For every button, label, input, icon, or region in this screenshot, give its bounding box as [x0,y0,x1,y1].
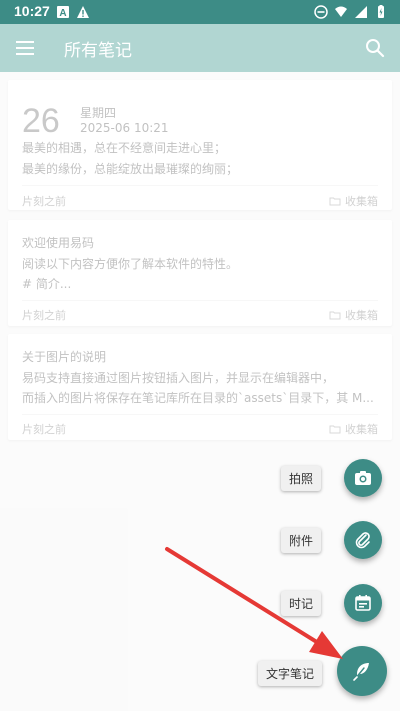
card-divider [22,185,378,186]
note-folder-label: 收集箱 [345,309,378,322]
photo-button[interactable] [344,459,382,497]
app-bar: 所有笔记 [0,24,400,72]
note-time-ago: 片刻之前 [22,309,66,322]
folder-icon [329,311,341,320]
attachment-label[interactable]: 附件 [281,528,322,553]
search-icon[interactable] [364,37,386,59]
signal-icon [355,6,367,18]
dnd-icon [314,5,328,19]
note-folder: 收集箱 [329,307,378,323]
calendar-icon [355,595,371,611]
note-title: 欢迎使用易码 [22,236,95,250]
feather-icon [353,663,369,681]
notification-a-icon: A [57,6,69,19]
note-title: 关于图片的说明 [22,350,107,364]
photo-label[interactable]: 拍照 [281,466,322,491]
note-folder: 收集箱 [329,421,378,437]
note-folder-label: 收集箱 [345,195,378,208]
time-note-button[interactable] [344,584,382,622]
note-card[interactable]: 欢迎使用易码 阅读以下内容方便你了解本软件的特性。 # 简介... 片刻之前 收… [8,220,392,326]
note-card[interactable]: 26 星期四 2025-06 10:21 最美的相遇，总在不经意间走进心里； 最… [8,80,392,210]
note-time-ago: 片刻之前 [22,423,66,436]
text-note-button[interactable] [337,646,387,696]
status-time: 10:27 [14,3,50,19]
note-folder-label: 收集箱 [345,423,378,436]
card-divider [22,414,378,415]
warning-icon [77,6,89,18]
note-body-line: 而插入的图片将保存在笔记库所在目录的`assets`目录下，其 M... [22,391,374,405]
time-note-label[interactable]: 时记 [281,591,322,616]
note-body-line: 最美的相遇，总在不经意间走进心里； [22,141,227,155]
card-divider [22,300,378,301]
menu-icon[interactable] [16,39,34,57]
note-datetime: 2025-06 10:21 [80,121,169,135]
note-body-line: 最美的缘份，总能绽放出最璀璨的绚丽； [22,162,239,176]
status-bar: 10:27 A [0,0,400,24]
folder-icon [329,197,341,206]
paperclip-icon [355,532,370,549]
svg-text:A: A [59,8,66,19]
wifi-icon [335,6,347,17]
note-card[interactable]: 关于图片的说明 易码支持直接通过图片按钮插入图片，并显示在编辑器中， 而插入的图… [8,334,392,440]
note-time-ago: 片刻之前 [22,195,66,208]
note-weekday: 星期四 [80,106,117,120]
note-body-line: 易码支持直接通过图片按钮插入图片，并显示在编辑器中， [22,371,335,385]
text-note-label[interactable]: 文字笔记 [258,661,323,686]
app-title: 所有笔记 [64,41,132,61]
battery-icon [378,5,384,18]
camera-icon [355,471,371,485]
attachment-button[interactable] [344,521,382,559]
folder-icon [329,425,341,434]
note-body-line: 阅读以下内容方便你了解本软件的特性。 [22,257,239,271]
note-folder: 收集箱 [329,193,378,209]
note-day: 26 [22,102,60,140]
note-body-line: # 简介... [22,277,72,291]
